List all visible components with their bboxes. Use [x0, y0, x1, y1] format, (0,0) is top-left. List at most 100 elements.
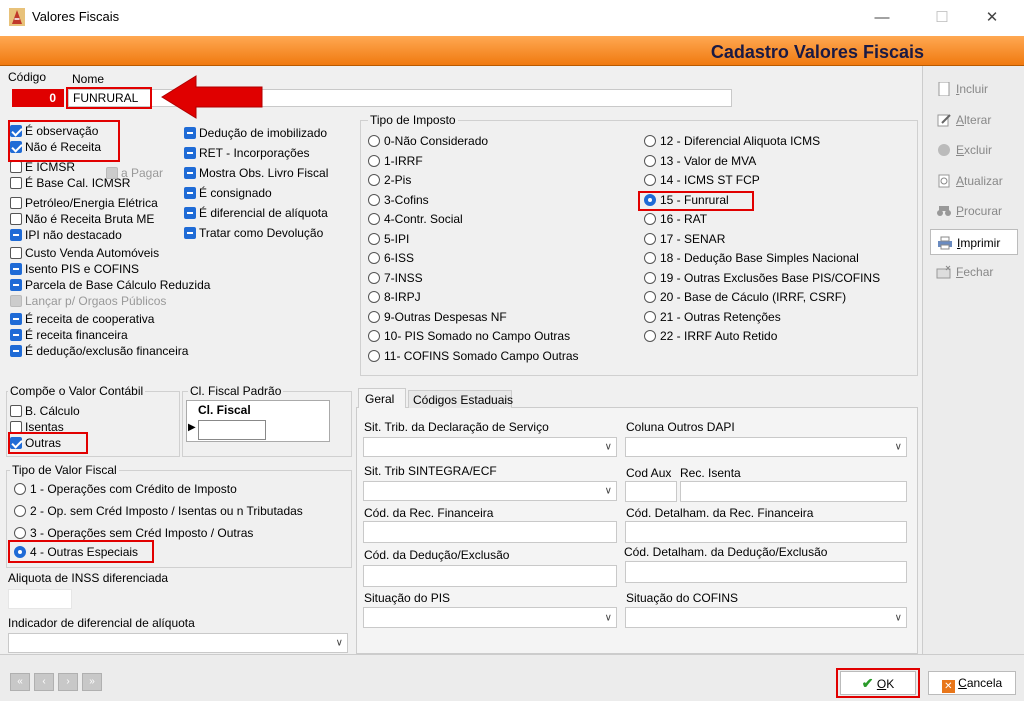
cod-det-ded-input[interactable]	[625, 561, 907, 583]
flag-checkbox[interactable]: IPI não destacado	[10, 228, 122, 242]
radio-icon	[644, 174, 656, 186]
radio-icon	[644, 291, 656, 303]
tipo-imposto-radio[interactable]: 22 - IRRF Auto Retido	[644, 329, 777, 343]
checkbox-icon	[10, 213, 22, 225]
tipo-imposto-radio[interactable]: 20 - Base de Cáculo (IRRF, CSRF)	[644, 290, 846, 304]
rec-isenta-label: Rec. Isenta	[680, 466, 741, 480]
cod-ded-input[interactable]	[363, 565, 617, 587]
tipo-imposto-radio[interactable]: 3-Cofins	[368, 193, 429, 207]
flag-checkbox[interactable]: É receita de cooperativa	[10, 312, 154, 326]
tipo-imposto-radio[interactable]: 13 - Valor de MVA	[644, 154, 756, 168]
tipo-imposto-radio[interactable]: 11- COFINS Somado Campo Outras	[368, 349, 579, 363]
cod-det-rec-fin-label: Cód. Detalham. da Rec. Financeira	[626, 506, 814, 520]
tipo-imposto-radio[interactable]: 2-Pis	[368, 173, 411, 187]
tipo-valor-radio[interactable]: 1 - Operações com Crédito de Imposto	[14, 482, 237, 496]
codigo-field[interactable]: 0	[12, 89, 64, 107]
flag-checkbox[interactable]: Não é Receita Bruta ME	[10, 212, 154, 226]
radio-icon	[368, 291, 380, 303]
tipo-imposto-radio[interactable]: 4-Contr. Social	[368, 212, 463, 226]
tipo-imposto-radio[interactable]: 14 - ICMS ST FCP	[644, 173, 760, 187]
flag-checkbox[interactable]: É consignado	[184, 186, 272, 200]
flag-checkbox[interactable]: Parcela de Base Cálculo Reduzida	[10, 278, 210, 292]
tipo-imposto-radio[interactable]: 16 - RAT	[644, 212, 707, 226]
tipo-imposto-radio[interactable]: 18 - Dedução Base Simples Nacional	[644, 251, 859, 265]
side-button-doc[interactable]: Incluir	[930, 76, 1018, 102]
tipo-imposto-radio[interactable]: 12 - Diferencial Aliquota ICMS	[644, 134, 820, 148]
minimize-button[interactable]: —	[862, 4, 902, 32]
nav-next-button[interactable]: ›	[58, 673, 78, 691]
flag-checkbox[interactable]: Lançar p/ Orgaos Públicos	[10, 294, 166, 308]
flag-checkbox[interactable]: É receita financeira	[10, 328, 128, 342]
flag-checkbox[interactable]: Mostra Obs. Livro Fiscal	[184, 166, 328, 180]
checkbox-icon	[10, 345, 22, 357]
coluna-dapi-select[interactable]: ∨	[625, 437, 907, 457]
tipo-imposto-radio[interactable]: 17 - SENAR	[644, 232, 725, 246]
flag-checkbox[interactable]: É diferencial de alíquota	[184, 206, 328, 220]
doc-icon	[936, 82, 956, 96]
tipo-imposto-radio[interactable]: 1-IRRF	[368, 154, 423, 168]
aliquota-inss-input[interactable]	[8, 589, 72, 609]
cancel-button[interactable]: ✕ Cancela	[928, 671, 1016, 695]
nome-label: Nome	[72, 72, 105, 86]
cl-fiscal-title: Cl. Fiscal Padrão	[188, 384, 284, 398]
flag-checkbox[interactable]: Isento PIS e COFINS	[10, 262, 139, 276]
compoe-checkbox[interactable]: B. Cálculo	[10, 404, 80, 418]
side-button-refresh[interactable]: Atualizar	[930, 168, 1018, 194]
side-button-binoculars[interactable]: Procurar	[930, 198, 1018, 224]
tipo-imposto-radio[interactable]: 21 - Outras Retenções	[644, 310, 781, 324]
flag-checkbox[interactable]: É ICMSR	[10, 160, 75, 174]
maximize-button[interactable]: ☐	[922, 4, 962, 32]
flag-checkbox[interactable]: RET - Incorporações	[184, 146, 310, 160]
cod-aux-input[interactable]	[625, 481, 677, 502]
close-button[interactable]: ✕	[972, 4, 1012, 32]
sit-trib-select[interactable]: ∨	[363, 437, 617, 457]
printer-icon	[937, 236, 957, 250]
cl-fiscal-cell[interactable]	[198, 420, 266, 440]
tipo-imposto-radio[interactable]: 8-IRPJ	[368, 290, 421, 304]
nav-last-button[interactable]: »	[82, 673, 102, 691]
tipo-valor-radio[interactable]: 2 - Op. sem Créd Imposto / Isentas ou n …	[14, 504, 303, 518]
app-icon	[9, 8, 25, 26]
tipo-imposto-radio[interactable]: 7-INSS	[368, 271, 423, 285]
tipo-imposto-radio[interactable]: 19 - Outras Exclusões Base PIS/COFINS	[644, 271, 880, 285]
nav-first-button[interactable]: «	[10, 673, 30, 691]
highlight-outras-especiais	[8, 540, 154, 563]
chevron-down-icon: ∨	[604, 485, 612, 497]
tipo-imposto-radio[interactable]: 9-Outras Despesas NF	[368, 310, 507, 324]
flag-checkbox[interactable]: Custo Venda Automóveis	[10, 246, 159, 260]
checkbox-icon	[184, 187, 196, 199]
highlight-funrural	[638, 191, 754, 211]
chevron-down-icon: ∨	[894, 612, 902, 623]
sit-pis-select[interactable]: ∨	[363, 607, 617, 628]
sintegra-select[interactable]: ∨	[363, 481, 617, 501]
tab-geral[interactable]: Geral	[358, 388, 406, 408]
tipo-imposto-radio[interactable]: 6-ISS	[368, 251, 414, 265]
side-button-printer[interactable]: Imprimir	[930, 228, 1018, 255]
tab-codigos-estaduais[interactable]: Códigos Estaduais	[408, 390, 513, 408]
checkbox-icon	[10, 229, 22, 241]
rec-isenta-input[interactable]	[680, 481, 907, 502]
tipo-imposto-radio[interactable]: 5-IPI	[368, 232, 409, 246]
indicador-select[interactable]: ∨	[8, 633, 348, 653]
side-button-close-folder[interactable]: Fechar	[930, 259, 1018, 285]
flag-checkbox[interactable]: É dedução/exclusão financeira	[10, 344, 188, 358]
side-button-delete[interactable]: Excluir	[930, 137, 1018, 163]
flag-checkbox[interactable]: Dedução de imobilizado	[184, 126, 327, 140]
flag-checkbox[interactable]: Tratar como Devolução	[184, 226, 323, 240]
a-pagar-checkbox[interactable]: a Pagar	[106, 166, 163, 180]
flag-checkbox[interactable]: Petróleo/Energia Elétrica	[10, 196, 158, 210]
tipo-imposto-radio[interactable]: 10- PIS Somado no Campo Outras	[368, 329, 570, 343]
checkbox-icon	[10, 279, 22, 291]
radio-icon	[644, 310, 656, 323]
radio-icon	[644, 135, 656, 147]
sit-cofins-select[interactable]: ∨	[625, 607, 907, 628]
tipo-valor-radio[interactable]: 3 - Operações sem Créd Imposto / Outras	[14, 526, 253, 540]
sit-trib-label: Sit. Trib. da Declaração de Serviço	[364, 420, 549, 434]
cod-det-ded-label: Cód. Detalham. da Dedução/Exclusão	[624, 545, 828, 559]
cod-det-rec-fin-input[interactable]	[625, 521, 907, 543]
nav-prev-button[interactable]: ‹	[34, 673, 54, 691]
checkbox-icon	[10, 161, 22, 173]
cod-rec-fin-input[interactable]	[363, 521, 617, 543]
side-button-edit[interactable]: Alterar	[930, 107, 1018, 133]
tipo-imposto-radio[interactable]: 0-Não Considerado	[368, 134, 488, 148]
